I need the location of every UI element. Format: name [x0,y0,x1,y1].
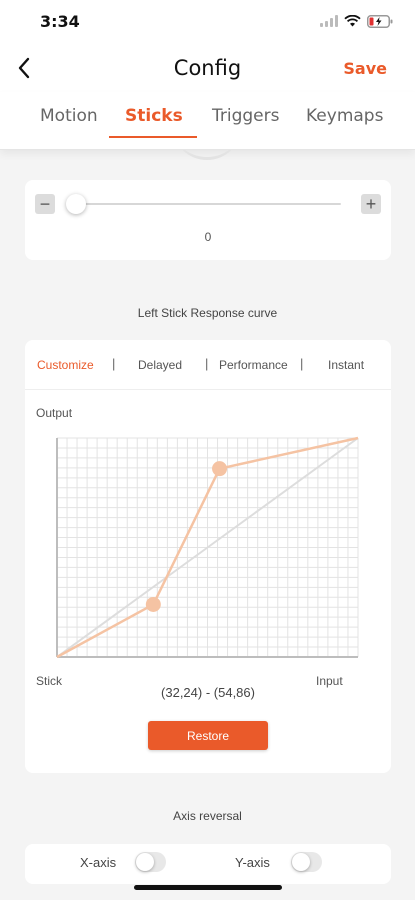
preset-separator: | [300,356,304,371]
decrease-button[interactable]: − [35,194,55,214]
preset-customize[interactable]: Customize [37,358,94,372]
x-axis-label: X-axis [80,855,117,870]
curve-control-point-2[interactable] [212,461,228,477]
save-button[interactable]: Save [343,59,387,78]
home-indicator [134,885,282,890]
preset-separator: | [205,356,209,371]
status-bar: 3:34 [0,0,415,44]
toggle-knob [136,853,154,871]
axis-reversal-card: X-axis Y-axis [25,844,391,884]
status-time: 3:34 [40,12,80,31]
slider-thumb[interactable] [66,194,86,214]
tab-bar: Motion Sticks Triggers Keymaps [0,92,415,150]
y-axis-toggle[interactable] [291,852,322,872]
toggle-knob [292,853,310,871]
curve-section-title: Left Stick Response curve [137,306,278,320]
response-curve-card: Customize | Delayed | Performance | Inst… [25,340,391,773]
tab-keymaps[interactable]: Keymaps [306,106,383,126]
status-icons [320,12,393,30]
tab-motion[interactable]: Motion [40,106,98,126]
wifi-icon [344,15,361,27]
axis-section-title: Axis reversal [173,809,242,823]
preset-performance[interactable]: Performance [219,358,288,372]
control-points-readout: (32,24) - (54,86) [161,685,255,700]
tab-triggers[interactable]: Triggers [212,106,280,126]
active-tab-indicator [109,136,197,138]
output-axis-label: Output [36,406,73,420]
x-axis-toggle[interactable] [135,852,166,872]
preset-instant[interactable]: Instant [328,358,364,372]
deadzone-slider-card: − + 0 [25,180,391,260]
y-axis-label: Y-axis [235,855,270,870]
preset-selector: Customize | Delayed | Performance | Inst… [25,340,391,390]
scrolled-element-edge [172,150,242,160]
slider-track[interactable] [75,203,341,205]
tab-sticks[interactable]: Sticks [125,106,183,126]
slider-value: 0 [204,230,212,244]
restore-button[interactable]: Restore [148,721,268,750]
nav-bar: Config Save [0,44,415,92]
increase-button[interactable]: + [361,194,381,214]
curve-control-point-1[interactable] [145,596,161,612]
preset-separator: | [112,356,116,371]
content-area[interactable]: − + 0 Left Stick Response curve Customiz… [0,150,415,900]
preset-delayed[interactable]: Delayed [138,358,182,372]
response-curve-graph[interactable] [55,436,365,668]
signal-icon [320,15,338,27]
battery-charging-icon [367,14,393,28]
